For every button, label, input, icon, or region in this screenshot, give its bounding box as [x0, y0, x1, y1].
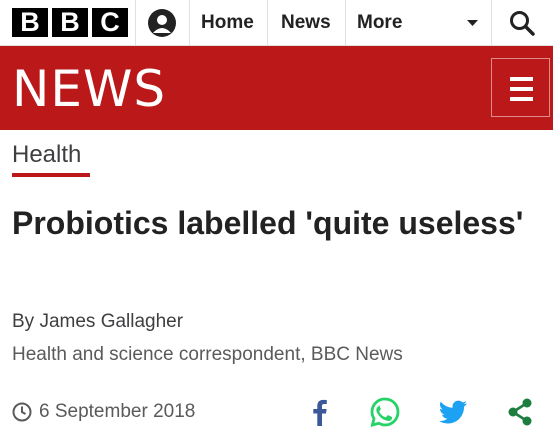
nav-divider — [135, 0, 136, 46]
menu-bar — [510, 87, 533, 91]
chevron-down-icon[interactable] — [466, 18, 479, 28]
author-role: Health and science correspondent, BBC Ne… — [12, 344, 403, 365]
section-link-health[interactable]: Health — [12, 141, 81, 169]
search-icon[interactable] — [509, 10, 535, 36]
nav-link-news[interactable]: News — [281, 0, 331, 46]
twitter-icon[interactable] — [437, 396, 469, 428]
article-date: 6 September 2018 — [39, 401, 196, 422]
facebook-icon[interactable] — [304, 396, 336, 428]
nav-link-more[interactable]: More — [357, 0, 402, 46]
whatsapp-icon[interactable] — [369, 396, 401, 428]
bbc-logo[interactable]: B B C — [12, 8, 128, 37]
bbc-logo-letter: B — [52, 8, 88, 37]
menu-bar — [510, 77, 533, 81]
bbc-logo-letter: C — [92, 8, 128, 37]
nav-divider — [345, 0, 346, 46]
nav-link-home[interactable]: Home — [201, 0, 254, 46]
clock-icon — [12, 402, 32, 422]
section-underline — [12, 173, 90, 177]
nav-divider — [189, 0, 190, 46]
article-byline: By James Gallagher — [12, 311, 184, 332]
share-icon[interactable] — [504, 396, 536, 428]
bbc-logo-letter: B — [12, 8, 48, 37]
top-navigation-bar: B B C Home News More — [0, 0, 553, 46]
news-logo[interactable]: NEWS — [12, 46, 166, 130]
menu-bar — [510, 97, 533, 101]
hamburger-menu-icon[interactable] — [491, 58, 550, 117]
news-masthead: NEWS — [0, 46, 553, 130]
account-icon[interactable] — [147, 8, 177, 38]
nav-divider — [267, 0, 268, 46]
article-headline: Probiotics labelled 'quite useless' — [12, 205, 524, 241]
nav-divider — [491, 0, 492, 46]
